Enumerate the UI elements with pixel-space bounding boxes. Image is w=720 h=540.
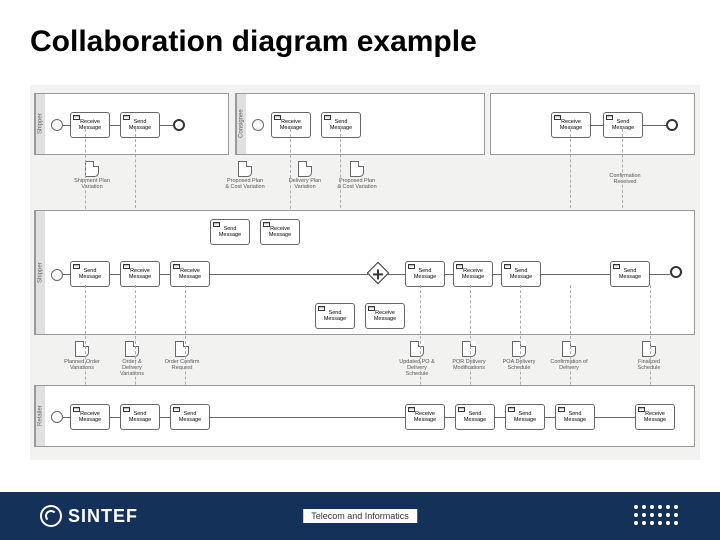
flow-line <box>445 274 453 275</box>
flow-line <box>63 125 70 126</box>
flow-line <box>63 417 70 418</box>
task-receive: Receive Message <box>120 261 160 287</box>
logo-text: SINTEF <box>68 506 138 527</box>
footer-caption: Telecom and Informatics <box>303 509 417 523</box>
pool-label: Shipper <box>35 211 45 334</box>
annotation: Planned Order Variations <box>62 359 102 371</box>
annotation: POR Delivery Modifications <box>449 359 489 371</box>
document-icon <box>238 161 252 177</box>
footer-bar: SINTEF Telecom and Informatics <box>0 492 720 540</box>
document-icon <box>298 161 312 177</box>
end-event-icon <box>670 266 682 278</box>
slide-title: Collaboration diagram example <box>30 25 477 59</box>
annotation: Delivery Plan Variation <box>285 178 325 190</box>
flow-line <box>650 274 670 275</box>
task-receive: Receive Message <box>170 261 210 287</box>
document-icon <box>85 161 99 177</box>
annotation: Shipment Plan Variation <box>72 178 112 190</box>
task-send: Send Message <box>170 404 210 430</box>
task-send: Send Message <box>603 112 643 138</box>
annotation: Proposed Plan & Cost Variation <box>225 178 265 190</box>
task-receive: Receive Message <box>70 404 110 430</box>
document-icon <box>512 341 526 357</box>
pool-consignee: Consignee Receive Message Send Message <box>235 93 485 155</box>
document-icon <box>75 341 89 357</box>
annotation: Order Confirm Request <box>162 359 202 371</box>
document-icon <box>562 341 576 357</box>
footer-dots-decoration <box>634 505 680 527</box>
document-icon <box>410 341 424 357</box>
annotation: Order & Delivery Variations <box>112 359 152 377</box>
flow-line <box>591 125 603 126</box>
annotation: Finalized Schedule <box>629 359 669 371</box>
task-send: Send Message <box>321 112 361 138</box>
task-receive: Receive Message <box>551 112 591 138</box>
flow-line <box>210 274 370 275</box>
flow-line <box>110 274 120 275</box>
task-send: Send Message <box>555 404 595 430</box>
task-send: Send Message <box>120 112 160 138</box>
document-icon <box>175 341 189 357</box>
start-event-icon <box>51 411 63 423</box>
pool-label: Consignee <box>236 94 246 154</box>
task-send: Send Message <box>70 261 110 287</box>
task-send: Send Message <box>610 261 650 287</box>
task-receive: Receive Message <box>635 404 675 430</box>
annotation: Updated PO & Delivery Schedule <box>397 359 437 377</box>
flow-line <box>493 274 501 275</box>
task-send: Send Message <box>501 261 541 287</box>
flow-line <box>541 274 610 275</box>
pool-right-1: Receive Message Send Message <box>490 93 695 155</box>
start-event-icon <box>51 119 63 131</box>
flow-line <box>160 274 170 275</box>
message-flow <box>85 129 86 219</box>
start-event-icon <box>51 269 63 281</box>
pool-label: Shipper <box>35 94 45 154</box>
start-event-icon <box>252 119 264 131</box>
flow-line <box>545 417 555 418</box>
task-send: Send Message <box>120 404 160 430</box>
pool-shipper-1: Shipper Receive Message Send Message <box>34 93 229 155</box>
flow-line <box>643 125 666 126</box>
task-receive: Receive Message <box>271 112 311 138</box>
task-receive: Receive Message <box>453 261 493 287</box>
task-send: Send Message <box>315 303 355 329</box>
annotation: POA Delivery Schedule <box>499 359 539 371</box>
task-receive: Receive Message <box>70 112 110 138</box>
task-send: Send Message <box>405 261 445 287</box>
end-event-icon <box>173 119 185 131</box>
annotation: Proposed Plan & Cost Variation <box>337 178 377 190</box>
flow-line <box>495 417 505 418</box>
flow-line <box>445 417 455 418</box>
document-icon <box>125 341 139 357</box>
message-flow <box>290 129 291 219</box>
task-send: Send Message <box>210 219 250 245</box>
task-send: Send Message <box>455 404 495 430</box>
task-receive: Receive Message <box>260 219 300 245</box>
pool-label: Retailer <box>35 386 45 446</box>
flow-line <box>210 417 405 418</box>
task-receive: Receive Message <box>365 303 405 329</box>
end-event-icon <box>666 119 678 131</box>
document-icon <box>642 341 656 357</box>
pool-shipper-2: Shipper Send Message Receive Message Sen… <box>34 210 695 335</box>
parallel-gateway-icon <box>367 262 390 285</box>
diagram-canvas: Shipper Receive Message Send Message Con… <box>30 85 700 460</box>
flow-line <box>63 274 70 275</box>
annotation: Confirmation Received <box>605 173 645 185</box>
flow-line <box>595 417 635 418</box>
task-receive: Receive Message <box>405 404 445 430</box>
document-icon <box>462 341 476 357</box>
document-icon <box>350 161 364 177</box>
pool-retailer: Retailer Receive Message Send Message Se… <box>34 385 695 447</box>
flow-line <box>160 125 173 126</box>
sintef-logo: SINTEF <box>40 505 138 527</box>
logo-icon <box>40 505 62 527</box>
flow-line <box>110 125 120 126</box>
flow-line <box>110 417 120 418</box>
task-send: Send Message <box>505 404 545 430</box>
flow-line <box>160 417 170 418</box>
annotation: Confirmation of Delivery <box>549 359 589 371</box>
flow-line <box>386 274 405 275</box>
